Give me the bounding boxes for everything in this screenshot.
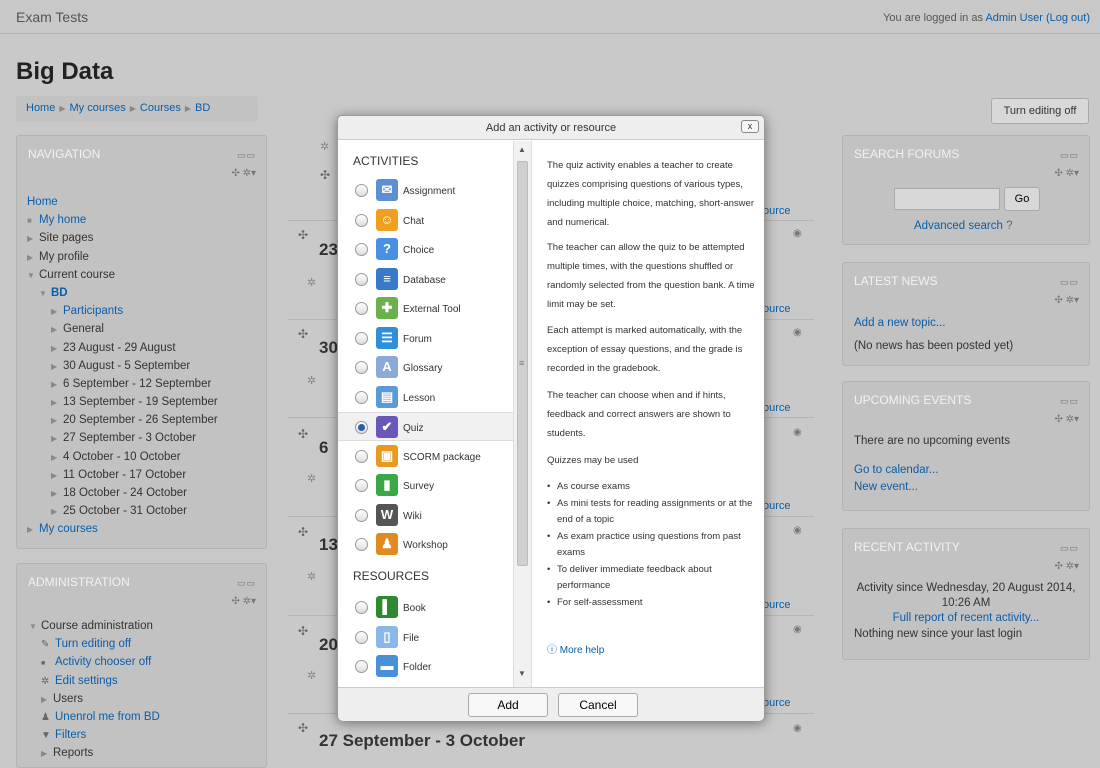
activities-heading: ACTIVITIES: [353, 154, 419, 168]
survey-icon: ▮: [376, 474, 398, 496]
radio-button[interactable]: [355, 660, 368, 673]
module-label: Workshop: [403, 540, 448, 551]
help-bullet: As mini tests for reading assignments or…: [547, 496, 757, 528]
dialog-footer: Add Cancel: [338, 687, 764, 721]
database-icon: ≡: [376, 267, 398, 290]
more-help-link[interactable]: ⓘ More help: [547, 641, 604, 656]
wiki-icon: W: [376, 503, 398, 526]
module-option-workshop[interactable]: ♟ Workshop: [338, 530, 513, 559]
puzzle-icon: ✚: [376, 297, 398, 319]
module-label: Lesson: [403, 392, 436, 404]
lesson-icon: ▤: [376, 385, 398, 408]
scorm-icon: ▣: [376, 444, 398, 467]
module-label: Quiz: [403, 423, 424, 434]
help-paragraph: Quizzes may be used: [547, 455, 639, 466]
cancel-button[interactable]: Cancel: [558, 693, 638, 717]
forum-icon: ☰: [376, 326, 398, 349]
add-activity-dialog: Add an activity or resource x ACTIVITIES…: [337, 115, 765, 721]
module-option-chat[interactable]: ☺ Chat: [338, 206, 513, 235]
help-paragraph: The quiz activity enables a teacher to c…: [547, 160, 754, 228]
module-option-file[interactable]: ▯ File: [338, 623, 513, 652]
module-label: Glossary: [403, 363, 443, 374]
grip-icon: ≡: [519, 358, 525, 368]
module-option-lesson[interactable]: ▤ Lesson: [338, 383, 513, 412]
module-option-folder[interactable]: ▬ Folder: [338, 652, 513, 681]
help-bullet: As exam practice using questions from pa…: [547, 529, 757, 561]
radio-button[interactable]: [355, 361, 368, 374]
dialog-title: Add an activity or resource: [485, 122, 617, 134]
help-paragraph: The teacher can choose when and if hints…: [547, 390, 731, 439]
help-bullet: To deliver immediate feedback about perf…: [547, 562, 757, 594]
radio-button[interactable]: [355, 630, 368, 644]
assignment-icon: ✉: [376, 179, 398, 201]
list-scrollbar[interactable]: ▲ ≡ ▼: [513, 141, 531, 687]
module-list: ACTIVITIES ✉ Assignment ☺ Chat? Choice ≡ Datab…: [338, 141, 531, 687]
module-option-glossary[interactable]: A Glossary: [338, 353, 513, 382]
book-icon: ▌: [376, 596, 398, 618]
module-label: Book: [403, 603, 426, 614]
module-label: Wiki: [403, 510, 422, 522]
dialog-header: Add an activity or resource x: [338, 116, 764, 140]
module-option-forum[interactable]: ☰ Forum: [338, 324, 513, 353]
quiz-icon: ✔: [376, 416, 398, 438]
help-paragraph: Each attempt is marked automatically, wi…: [547, 325, 743, 374]
module-label: Choice: [403, 245, 435, 256]
module-option-book[interactable]: ▌ Book: [338, 593, 513, 622]
radio-button[interactable]: [355, 421, 368, 434]
module-label: Chat: [403, 215, 425, 227]
glossary-icon: A: [376, 356, 398, 378]
resources-heading: RESOURCES: [353, 569, 430, 583]
module-label: Database: [403, 274, 446, 286]
radio-button[interactable]: [355, 331, 368, 345]
radio-button[interactable]: [355, 508, 368, 522]
radio-button[interactable]: [355, 243, 368, 256]
module-label: File: [403, 632, 420, 644]
radio-button[interactable]: [355, 538, 368, 551]
radio-button[interactable]: [355, 449, 368, 463]
scrollbar-thumb[interactable]: ≡: [517, 161, 528, 566]
module-label: SCORM package: [403, 451, 481, 463]
radio-button[interactable]: [355, 601, 368, 614]
folder-icon: ▬: [376, 655, 398, 677]
module-label: Folder: [403, 662, 432, 673]
module-option-assignment[interactable]: ✉ Assignment: [338, 176, 513, 205]
help-paragraph: The teacher can allow the quiz to be att…: [547, 242, 755, 310]
module-option-survey[interactable]: ▮ Survey: [338, 471, 513, 500]
radio-button[interactable]: [355, 302, 368, 315]
add-button[interactable]: Add: [468, 693, 548, 717]
choice-icon: ?: [376, 238, 398, 260]
radio-button[interactable]: [355, 390, 368, 404]
file-icon: ▯: [376, 625, 398, 648]
help-bullet: As course exams: [547, 479, 757, 495]
module-label: Survey: [403, 481, 435, 492]
help-bullet: For self-assessment: [547, 595, 757, 611]
close-icon[interactable]: x: [741, 120, 759, 133]
chat-icon: ☺: [376, 208, 398, 231]
radio-button[interactable]: [355, 213, 368, 227]
module-option-database[interactable]: ≡ Database: [338, 265, 513, 294]
module-help-panel: The quiz activity enables a teacher to c…: [531, 141, 764, 687]
info-icon: ⓘ: [547, 645, 557, 656]
scroll-up-icon[interactable]: ▲: [518, 145, 526, 154]
module-label: Assignment: [403, 186, 456, 197]
module-label: External Tool: [403, 304, 461, 315]
workshop-icon: ♟: [376, 533, 398, 555]
scroll-down-icon[interactable]: ▼: [518, 669, 526, 678]
module-option-quiz[interactable]: ✔ Quiz: [338, 412, 513, 441]
module-option-choice[interactable]: ? Choice: [338, 235, 513, 264]
module-option-scorm-package[interactable]: ▣ SCORM package: [338, 442, 513, 471]
module-option-external-tool[interactable]: ✚ External Tool: [338, 294, 513, 323]
radio-button[interactable]: [355, 479, 368, 492]
more-help-label: More help: [559, 645, 605, 656]
radio-button[interactable]: [355, 184, 368, 197]
module-option-wiki[interactable]: W Wiki: [338, 501, 513, 530]
radio-button[interactable]: [355, 272, 368, 286]
module-label: Forum: [403, 333, 432, 345]
